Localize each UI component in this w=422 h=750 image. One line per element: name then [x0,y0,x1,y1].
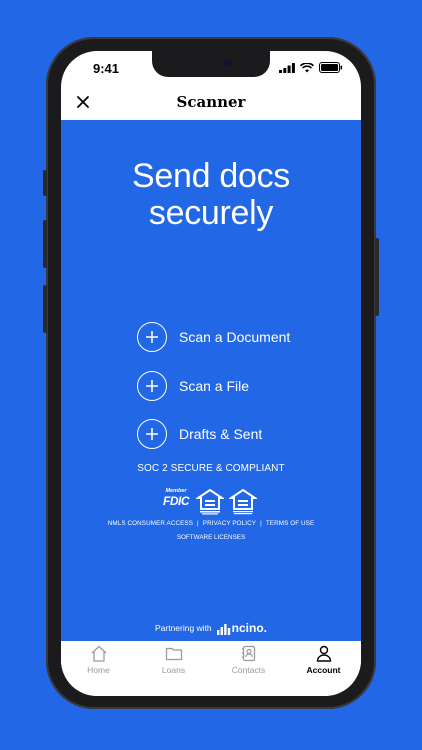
status-time: 9:41 [93,61,120,76]
home-icon [91,645,106,662]
terms-of-use-link[interactable]: TERMS OF USE [266,520,314,527]
tab-bar: Home Loans Contacts Account [61,641,361,696]
signal-icon [279,62,295,73]
scan-document-label: Scan a Document [179,329,291,345]
tab-home[interactable]: Home [61,641,136,696]
nmls-consumer-access-link[interactable]: NMLS CONSUMER ACCESS [108,520,193,527]
header: Scanner [61,87,361,121]
battery-icon [319,62,343,73]
scan-file-label: Scan a File [179,378,250,394]
phone-volume-down [43,285,47,333]
folder-icon [165,647,182,661]
tab-account[interactable]: Account [286,641,361,696]
ncino-brand: ncino. [231,621,268,635]
partner-prefix: Partnering with [154,623,212,633]
tab-contacts[interactable]: Contacts [211,641,286,696]
page-title: Scanner [176,93,246,111]
status-icons [279,62,343,73]
camera-icon [224,59,232,67]
tab-loans-label: Loans [161,665,186,675]
scanner-panel: Send docs securely Scan a Document Scan … [61,120,361,641]
tab-contacts-label: Contacts [231,665,266,675]
phone-volume-up [43,220,47,268]
wifi-icon [300,62,314,72]
plus-circle-icon [137,322,167,352]
regulatory-badges: Member FDIC [161,488,257,515]
equal-housing-lender-icon [196,489,224,515]
plus-circle-icon [137,419,167,449]
headline: Send docs securely [61,158,361,232]
partner-footer: Partnering with ncino. [61,621,361,635]
privacy-policy-link[interactable]: PRIVACY POLICY [203,520,256,527]
fdic-logo: Member FDIC [161,488,191,508]
compliance-text: SOC 2 SECURE & COMPLIANT [137,463,285,474]
scan-file-button[interactable]: Scan a File [137,370,249,402]
fdic-name-text: FDIC [163,493,190,508]
plus-circle-icon [137,371,167,401]
software-licenses-link[interactable]: SOFTWARE LICENSES [61,534,361,541]
tab-account-label: Account [306,665,341,675]
person-icon [316,645,331,662]
drafts-sent-button[interactable]: Drafts & Sent [137,418,262,450]
equal-housing-opportunity-icon [229,489,257,515]
legal-links: NMLS CONSUMER ACCESS | PRIVACY POLICY | TERM… [61,520,361,527]
drafts-sent-label: Drafts & Sent [179,426,263,442]
link-separator: | [260,520,262,527]
headline-line-2: securely [148,194,274,232]
headline-line-1: Send docs [132,157,290,195]
notch [152,51,270,77]
ncino-bars-icon [216,624,230,635]
phone-screen: 9:41 Scanner Send docs securely Scan a D… [61,51,361,696]
tab-loans[interactable]: Loans [136,641,211,696]
link-separator: | [197,520,199,527]
phone-silent-switch [43,170,47,196]
tab-home-label: Home [87,665,110,675]
scan-document-button[interactable]: Scan a Document [137,321,290,353]
phone-power-button [375,238,379,316]
ncino-logo: ncino. [216,621,268,635]
contacts-icon [241,645,255,662]
